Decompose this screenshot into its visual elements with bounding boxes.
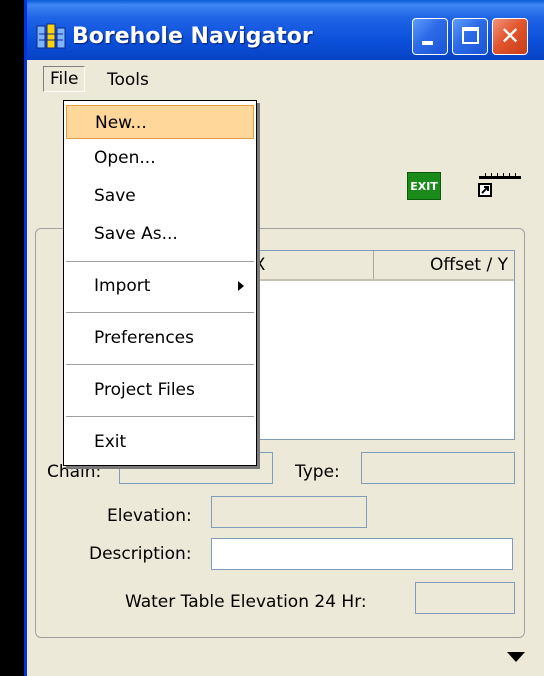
close-button[interactable]: ✕ [492,18,528,55]
menu-separator [66,364,254,365]
column-header-offset-y[interactable]: Offset / Y [374,251,514,279]
menu-separator [66,416,254,417]
close-icon: ✕ [499,22,521,50]
exit-icon[interactable]: EXIT [407,172,441,200]
type-label: Type: [295,462,340,482]
menu-item-project-files[interactable]: Project Files [66,373,254,407]
menu-item-save[interactable]: Save [66,179,254,213]
chevron-down-icon[interactable] [507,652,525,662]
minimize-icon [422,41,433,45]
window-title: Borehole Navigator [72,24,313,49]
type-field[interactable] [361,452,515,484]
water-table-label: Water Table Elevation 24 Hr: [125,592,367,612]
menu-item-preferences[interactable]: Preferences [66,321,254,355]
menu-separator [66,261,254,262]
description-label: Description: [89,544,192,564]
minimize-button[interactable] [412,18,448,55]
maximize-icon [462,27,479,44]
menu-tools[interactable]: Tools [101,68,155,92]
menu-item-import[interactable]: Import [66,269,254,303]
file-menu-dropdown: New... Open... Save Save As... Import Pr… [63,100,257,466]
title-bar[interactable]: Borehole Navigator ✕ [27,0,544,60]
menu-item-open[interactable]: Open... [66,141,254,175]
app-icon [36,23,66,49]
menu-item-new[interactable]: New... [66,105,254,139]
menu-item-exit[interactable]: Exit [66,425,254,459]
ruler-icon[interactable] [475,170,523,206]
elevation-label: Elevation: [107,506,192,526]
menu-separator [66,312,254,313]
elevation-field[interactable] [211,496,367,528]
description-field[interactable] [211,538,513,570]
exit-icon-label: EXIT [410,180,438,193]
maximize-button[interactable] [452,18,488,55]
water-table-field[interactable] [415,582,515,614]
menu-item-save-as[interactable]: Save As... [66,217,254,251]
borehole-navigator-window: Borehole Navigator ✕ File Tools EXIT on … [24,0,544,676]
chevron-right-icon [238,281,244,291]
menu-file[interactable]: File [43,66,86,92]
